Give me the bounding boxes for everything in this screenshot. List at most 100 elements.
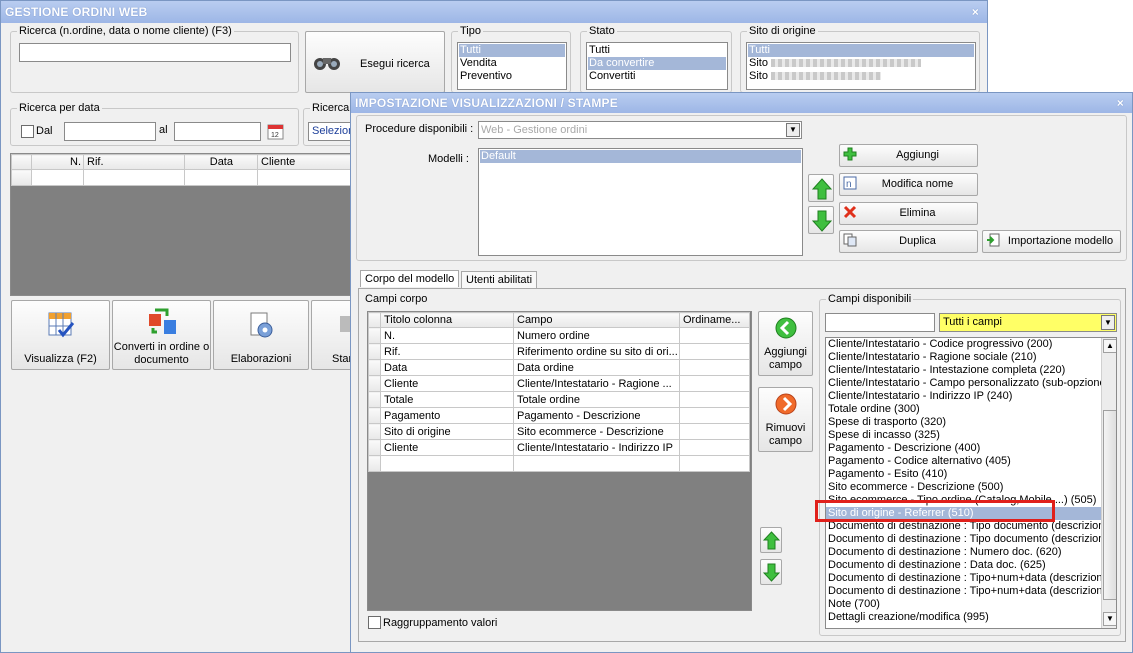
list-item[interactable]: Tutti <box>459 44 565 57</box>
dal-checkbox[interactable] <box>21 125 34 138</box>
list-item[interactable]: Cliente/Intestatario - Ragione sociale (… <box>826 351 1101 364</box>
table-cell[interactable]: Data ordine <box>513 359 680 376</box>
table-row[interactable] <box>368 455 750 472</box>
tab-corpo-modello[interactable]: Corpo del modello <box>360 270 460 287</box>
stato-list[interactable]: Tutti Da convertire Convertiti <box>586 42 728 90</box>
field-down-button[interactable] <box>760 559 782 585</box>
table-cell[interactable]: Totale ordine <box>513 391 680 408</box>
table-cell[interactable] <box>31 169 84 186</box>
aggiungi-campo-button[interactable]: Aggiungi campo <box>758 311 813 376</box>
list-item[interactable]: Sito ecommerce - Tipo ordine (Catalog,Mo… <box>826 494 1101 507</box>
column-header[interactable]: Rif. <box>83 154 185 170</box>
list-item[interactable]: Sito di origine - Referrer (510) <box>826 507 1101 520</box>
available-fields-list[interactable]: Cliente/Intestatario - Codice progressiv… <box>825 337 1117 629</box>
table-row[interactable]: Sito di origine Sito ecommerce - Descrizi… <box>368 423 750 440</box>
table-cell[interactable]: Totale <box>380 391 514 408</box>
list-item[interactable]: Pagamento - Codice alternativo (405) <box>826 455 1101 468</box>
visualizza-button[interactable]: Visualizza (F2) <box>11 300 110 370</box>
converti-button[interactable]: Converti in ordine o documento <box>112 300 211 370</box>
column-header[interactable]: Campo <box>513 312 680 328</box>
table-cell[interactable] <box>380 455 514 472</box>
table-cell[interactable] <box>257 169 353 186</box>
list-item[interactable]: Pagamento - Esito (410) <box>826 468 1101 481</box>
modifica-nome-button[interactable]: n Modifica nome <box>839 173 978 196</box>
table-cell[interactable]: Cliente/Intestatario - Ragione ... <box>513 375 680 392</box>
list-item[interactable]: Documento di destinazione : Tipo+num+dat… <box>826 585 1101 598</box>
table-cell[interactable]: Cliente <box>380 439 514 456</box>
list-item[interactable]: Cliente/Intestatario - Intestazione comp… <box>826 364 1101 377</box>
duplica-button[interactable]: Duplica <box>839 230 978 253</box>
stampa-button[interactable]: Stam <box>311 300 358 370</box>
table-cell[interactable] <box>679 327 750 344</box>
list-item[interactable]: Tutti <box>748 44 974 57</box>
list-item[interactable]: Preventivo <box>459 70 565 83</box>
close-icon[interactable]: × <box>972 1 979 23</box>
table-cell[interactable] <box>679 423 750 440</box>
table-row[interactable]: Totale Totale ordine <box>368 391 750 408</box>
scrollbar[interactable]: ▲ ▼ <box>1101 338 1116 628</box>
list-item[interactable]: Default <box>480 150 801 163</box>
list-item[interactable]: Sito <box>748 70 974 83</box>
campi-corpo-grid[interactable]: Titolo colonna Campo Ordiname... N. Numer… <box>367 311 752 611</box>
list-item[interactable]: Documento di destinazione : Tipo documen… <box>826 533 1101 546</box>
scroll-thumb[interactable] <box>1103 410 1116 600</box>
elimina-button[interactable]: Elimina <box>839 202 978 225</box>
table-cell[interactable]: Numero ordine <box>513 327 680 344</box>
table-cell[interactable]: Sito ecommerce - Descrizione <box>513 423 680 440</box>
list-item[interactable]: Documento di destinazione : Data doc. (6… <box>826 559 1101 572</box>
table-cell[interactable] <box>679 455 750 472</box>
field-up-button[interactable] <box>760 527 782 553</box>
procedure-select[interactable]: Web - Gestione ordini ▼ <box>478 121 802 139</box>
list-item[interactable]: Sito ecommerce - Descrizione (500) <box>826 481 1101 494</box>
close-icon[interactable]: × <box>1117 93 1124 113</box>
table-cell[interactable] <box>679 359 750 376</box>
table-cell[interactable]: Cliente <box>380 375 514 392</box>
chevron-down-icon[interactable]: ▼ <box>786 123 800 137</box>
raggruppamento-checkbox[interactable] <box>368 616 381 629</box>
orders-grid[interactable]: N. Rif. Data Cliente <box>10 153 353 296</box>
list-item[interactable]: Documento di destinazione : Tipo+num+dat… <box>826 572 1101 585</box>
table-row[interactable]: Cliente Cliente/Intestatario - Ragione ..… <box>368 375 750 392</box>
list-item[interactable]: Pagamento - Descrizione (400) <box>826 442 1101 455</box>
table-cell[interactable]: Cliente/Intestatario - Indirizzo IP <box>513 439 680 456</box>
list-item[interactable]: Da convertire <box>588 57 726 70</box>
aggiungi-button[interactable]: Aggiungi <box>839 144 978 167</box>
date-from-input[interactable] <box>64 122 156 141</box>
table-cell[interactable]: Sito di origine <box>380 423 514 440</box>
table-row[interactable]: N. Numero ordine <box>368 327 750 344</box>
table-cell[interactable] <box>679 375 750 392</box>
table-cell[interactable]: Pagamento <box>380 407 514 424</box>
campi-filter-select[interactable]: Tutti i campi ▼ <box>939 313 1117 332</box>
scroll-down-icon[interactable]: ▼ <box>1103 612 1116 626</box>
calendar-icon[interactable]: 12 <box>267 123 284 140</box>
list-item[interactable]: Cliente/Intestatario - Codice progressiv… <box>826 338 1101 351</box>
column-header[interactable]: Data <box>184 154 258 170</box>
campi-search-input[interactable] <box>825 313 935 332</box>
modelli-list[interactable]: Default <box>478 148 803 256</box>
table-row[interactable]: Pagamento Pagamento - Descrizione <box>368 407 750 424</box>
table-cell[interactable] <box>679 391 750 408</box>
chevron-down-icon[interactable]: ▼ <box>1101 315 1115 330</box>
tab-utenti-abilitati[interactable]: Utenti abilitati <box>461 271 538 288</box>
elaborazioni-button[interactable]: Elaborazioni <box>213 300 309 370</box>
table-cell[interactable] <box>513 455 680 472</box>
table-cell[interactable]: Riferimento ordine su sito di ori... <box>513 343 680 360</box>
table-cell[interactable]: Rif. <box>380 343 514 360</box>
table-cell[interactable] <box>679 343 750 360</box>
rimuovi-campo-button[interactable]: Rimuovi campo <box>758 387 813 452</box>
table-row[interactable]: Data Data ordine <box>368 359 750 376</box>
table-cell[interactable] <box>83 169 185 186</box>
list-item[interactable]: Vendita <box>459 57 565 70</box>
list-item[interactable]: Cliente/Intestatario - Campo personalizz… <box>826 377 1101 390</box>
list-item[interactable]: Tutti <box>588 44 726 57</box>
sito-origine-list[interactable]: Tutti Sito Sito <box>746 42 976 90</box>
list-item[interactable]: Spese di incasso (325) <box>826 429 1101 442</box>
scroll-up-icon[interactable]: ▲ <box>1103 339 1116 353</box>
list-item[interactable]: Dettagli creazione/modifica (995) <box>826 611 1101 624</box>
list-item[interactable]: Cliente/Intestatario - Indirizzo IP (240… <box>826 390 1101 403</box>
list-item[interactable]: Documento di destinazione : Tipo documen… <box>826 520 1101 533</box>
list-item[interactable]: Sito <box>748 57 974 70</box>
list-item[interactable]: Spese di trasporto (320) <box>826 416 1101 429</box>
table-cell[interactable] <box>679 407 750 424</box>
search-input[interactable] <box>19 43 291 62</box>
